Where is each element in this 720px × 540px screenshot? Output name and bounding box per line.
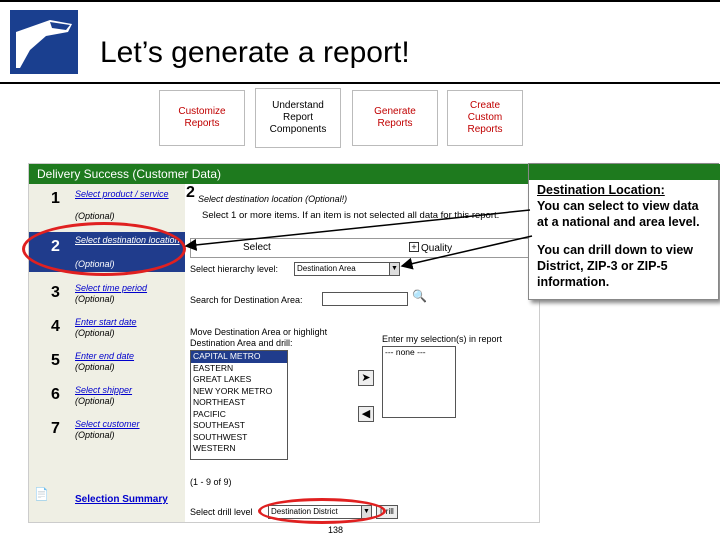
callout-title: Destination Location: xyxy=(537,183,665,197)
magnifier-search-icon[interactable]: 🔍 xyxy=(412,289,427,303)
callout-text-1: You can select to view data at a nationa… xyxy=(537,199,700,229)
nav-step-4[interactable]: 4 Enter start date (Optional) xyxy=(29,314,185,348)
move-destination-label: Move Destination Area or highlight Desti… xyxy=(190,327,328,348)
main-step-label: Select destination location (Optional!) xyxy=(198,194,348,204)
document-icon: 📄 xyxy=(34,487,49,501)
callout-header-strip xyxy=(529,164,720,180)
list-item[interactable]: PACIFIC xyxy=(191,409,287,421)
search-destination-input[interactable] xyxy=(322,292,408,306)
highlight-nav-step-2 xyxy=(22,222,186,276)
slide-title: Let’s generate a report! xyxy=(100,36,410,69)
chevron-down-icon: ▼ xyxy=(389,263,399,275)
nav-step-7[interactable]: 7 Select customer (Optional) xyxy=(29,416,185,450)
step-generate-reports[interactable]: Generate Reports xyxy=(352,90,438,146)
slide-header: Let’s generate a report! xyxy=(0,0,720,84)
selection-label: Enter my selection(s) in report xyxy=(382,334,503,344)
step-create-custom-reports[interactable]: Create Custom Reports xyxy=(447,90,523,146)
selected-items-listbox[interactable]: --- none --- xyxy=(382,346,456,418)
callout-box: Destination Location: You can select to v… xyxy=(528,163,720,300)
list-item[interactable]: SOUTHEAST xyxy=(191,420,287,432)
drill-level-label: Select drill level xyxy=(190,507,253,517)
list-item[interactable]: GREAT LAKES xyxy=(191,374,287,386)
nav-step-5[interactable]: 5 Enter end date (Optional) xyxy=(29,348,185,382)
instruction-text: Select 1 or more items. If an item is no… xyxy=(202,210,500,221)
app-screenshot: Delivery Success (Customer Data) 1 Selec… xyxy=(28,163,540,523)
list-item[interactable]: NORTHEAST xyxy=(191,397,287,409)
list-item[interactable]: WESTERN xyxy=(191,443,287,455)
tab-quality[interactable]: Quality xyxy=(421,243,452,254)
tab-select[interactable]: Select xyxy=(243,242,271,253)
move-left-arrow-icon[interactable]: ◀ xyxy=(358,406,374,422)
main-panel: 2 Select destination location (Optional!… xyxy=(186,184,539,522)
app-header: Delivery Success (Customer Data) xyxy=(29,164,539,184)
nav-step-6[interactable]: 6 Select shipper (Optional) xyxy=(29,382,185,416)
count-text: (1 - 9 of 9) xyxy=(190,477,232,487)
main-step-number: 2 xyxy=(186,184,195,201)
hierarchy-level-label: Select hierarchy level: xyxy=(190,264,279,274)
hierarchy-level-select[interactable]: Destination Area ▼ xyxy=(294,262,400,276)
expand-plus-icon[interactable]: + xyxy=(409,242,419,252)
search-destination-label: Search for Destination Area: xyxy=(190,295,303,305)
highlight-drill-level xyxy=(258,498,386,524)
usps-eagle-logo-icon xyxy=(10,10,78,74)
nav-step-3[interactable]: 3 Select time period (Optional) xyxy=(29,280,185,314)
nav-step-1[interactable]: 1 Select product / service (Optional) xyxy=(29,186,185,221)
step-understand-report-components[interactable]: Understand Report Components xyxy=(255,88,341,148)
step-customize-reports[interactable]: Customize Reports xyxy=(159,90,245,146)
callout-text-2: You can drill down to view District, ZIP… xyxy=(537,243,694,289)
list-item[interactable]: --- none --- xyxy=(383,347,455,359)
destination-area-listbox[interactable]: CAPITAL METRO EASTERN GREAT LAKES NEW YO… xyxy=(190,350,288,460)
move-right-arrow-icon[interactable]: ➤ xyxy=(358,370,374,386)
tab-row: Select + Quality xyxy=(190,238,539,258)
page-number: 138 xyxy=(328,525,344,535)
list-item[interactable]: NEW YORK METRO xyxy=(191,386,287,398)
selection-summary-link[interactable]: Selection Summary xyxy=(75,494,168,505)
list-item[interactable]: CAPITAL METRO xyxy=(191,351,287,363)
list-item[interactable]: EASTERN xyxy=(191,363,287,375)
list-item[interactable]: SOUTHWEST xyxy=(191,432,287,444)
